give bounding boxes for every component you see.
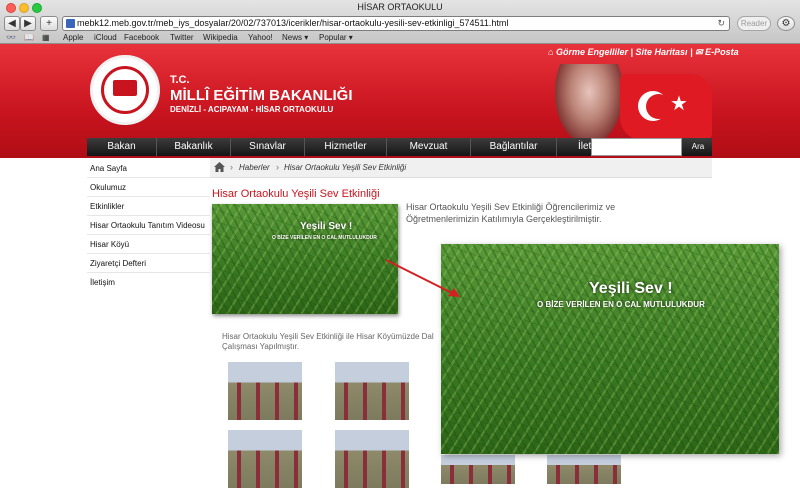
- ataturk-portrait: [555, 64, 623, 144]
- gear-icon: ⚙: [781, 18, 791, 29]
- top-links: ⌂ Görme Engelliler | Site Haritası | ✉ E…: [548, 47, 739, 57]
- bookmark-wikipedia[interactable]: Wikipedia: [203, 33, 238, 42]
- annotation-arrow-icon: [385, 259, 460, 297]
- ministry-logo[interactable]: [90, 55, 160, 125]
- new-tab-button[interactable]: +: [40, 16, 58, 31]
- nav-baglantilar[interactable]: Bağlantılar: [471, 138, 557, 156]
- sidebar-item-hisar-koyu[interactable]: Hisar Köyü: [87, 236, 210, 254]
- logo-book-icon: [113, 80, 137, 96]
- article-title: Hisar Ortaokulu Yeşili Sev Etkinliği: [212, 188, 380, 200]
- photo-title-text: Yeşili Sev !: [300, 221, 353, 232]
- window-title: HİSAR ORTAOKULU: [357, 2, 443, 12]
- settings-gear-button[interactable]: ⚙: [777, 16, 795, 31]
- sidebar-item-okulumuz[interactable]: Okulumuz: [87, 179, 210, 197]
- overlay-photo-caption: O BİZE VERİLEN EN O CAL MUTLULUKDUR: [537, 300, 705, 309]
- reload-icon[interactable]: ↻: [717, 17, 725, 30]
- breadcrumb: › Haberler › Hisar Ortaokulu Yeşili Sev …: [210, 158, 712, 178]
- nav-bakan[interactable]: Bakan: [87, 138, 157, 156]
- gallery-photo[interactable]: [335, 362, 409, 420]
- sidebar-item-ana-sayfa[interactable]: Ana Sayfa: [87, 160, 210, 178]
- top-link-email[interactable]: E-Posta: [705, 47, 739, 57]
- back-arrow-icon: ◀: [8, 18, 16, 29]
- nav-sinavlar[interactable]: Sınavlar: [231, 138, 305, 156]
- site-search-input[interactable]: [591, 138, 682, 156]
- top-link-sitemap[interactable]: Site Haritası: [636, 47, 688, 57]
- home-icon[interactable]: ⌂: [548, 47, 553, 57]
- gallery-photo[interactable]: [228, 362, 302, 420]
- nav-bakanlik[interactable]: Bakanlık: [157, 138, 231, 156]
- title-bar: HİSAR ORTAOKULU: [0, 0, 800, 15]
- back-button[interactable]: ◀: [4, 16, 20, 31]
- sidebar-item-etkinlikler[interactable]: Etkinlikler: [87, 198, 210, 216]
- gallery-photo[interactable]: [547, 455, 621, 484]
- browser-chrome: HİSAR ORTAOKULU ◀ ▶ + mebk12.meb.gov.tr/…: [0, 0, 800, 44]
- bookmarks-book-icon[interactable]: 📖: [24, 33, 34, 42]
- bookmark-news[interactable]: News ▾: [282, 33, 308, 42]
- article-main-photo[interactable]: Yeşili Sev ! O BİZE VERİLEN EN O CAL MUT…: [212, 204, 398, 314]
- sidebar-item-iletisim[interactable]: İletişim: [87, 274, 210, 292]
- reader-button[interactable]: Reader: [737, 16, 771, 31]
- photo-caption-text: O BİZE VERİLEN EN O CAL MUTLULUKDUR: [272, 235, 377, 241]
- bookmark-apple[interactable]: Apple: [63, 33, 83, 42]
- gallery-photo[interactable]: [228, 430, 302, 488]
- turkish-flag: ★: [620, 74, 712, 140]
- article-intro: Hisar Ortaokulu Yeşili Sev Etkinliği Öğr…: [406, 202, 616, 224]
- breadcrumb-haberler[interactable]: Haberler: [239, 163, 270, 172]
- ministry-name: MİLLÎ EĞİTİM BAKANLIĞI: [170, 87, 353, 104]
- url-text: mebk12.meb.gov.tr/meb_iys_dosyalar/20/02…: [77, 18, 509, 28]
- search-button[interactable]: Ara: [684, 138, 712, 156]
- top-link-accessibility[interactable]: Görme Engelliler: [556, 47, 628, 57]
- gallery-photo[interactable]: [441, 455, 515, 484]
- bookmark-yahoo[interactable]: Yahoo!: [248, 33, 273, 42]
- email-icon: ✉: [695, 47, 703, 57]
- gallery-photo[interactable]: [335, 430, 409, 488]
- bookmarks-bar: 👓 📖 ▦ Apple iCloud Facebook Twitter Wiki…: [0, 32, 800, 44]
- nav-mevzuat[interactable]: Mevzuat: [387, 138, 471, 156]
- forward-arrow-icon: ▶: [24, 18, 32, 29]
- bookmark-facebook[interactable]: Facebook: [124, 33, 159, 42]
- nav-hizmetler[interactable]: Hizmetler: [305, 138, 387, 156]
- bookmark-icloud[interactable]: iCloud: [94, 33, 117, 42]
- chevron-right-icon: ›: [276, 162, 279, 172]
- top-sites-grid-icon[interactable]: ▦: [42, 33, 50, 42]
- breadcrumb-current: Hisar Ortaokulu Yeşili Sev Etkinliği: [284, 163, 407, 172]
- school-subtitle: DENİZLİ - ACIPAYAM - HİSAR ORTAOKULU: [170, 105, 334, 114]
- site-favicon-icon: [66, 19, 75, 28]
- address-bar[interactable]: mebk12.meb.gov.tr/meb_iys_dosyalar/20/02…: [62, 16, 730, 31]
- sidebar-item-ziyaretci-defteri[interactable]: Ziyaretçi Defteri: [87, 255, 210, 273]
- article-body: Hisar Ortaokulu Yeşili Sev Etkinliği ile…: [222, 332, 434, 351]
- home-icon[interactable]: [214, 162, 225, 172]
- enlarged-photo-overlay: Yeşili Sev ! O BİZE VERİLEN EN O CAL MUT…: [441, 244, 779, 454]
- bookmark-twitter[interactable]: Twitter: [170, 33, 194, 42]
- chevron-right-icon: ›: [230, 162, 233, 172]
- sidebar-item-tanitim-videosu[interactable]: Hisar Ortaokulu Tanıtım Videosu: [87, 217, 210, 235]
- bookmark-popular[interactable]: Popular ▾: [319, 33, 353, 42]
- flag-star-icon: ★: [670, 93, 688, 115]
- reading-list-icon[interactable]: 👓: [6, 33, 16, 42]
- forward-button[interactable]: ▶: [20, 16, 36, 31]
- overlay-photo-title: Yeşili Sev !: [589, 280, 673, 297]
- header-tc: T.C.: [170, 74, 190, 86]
